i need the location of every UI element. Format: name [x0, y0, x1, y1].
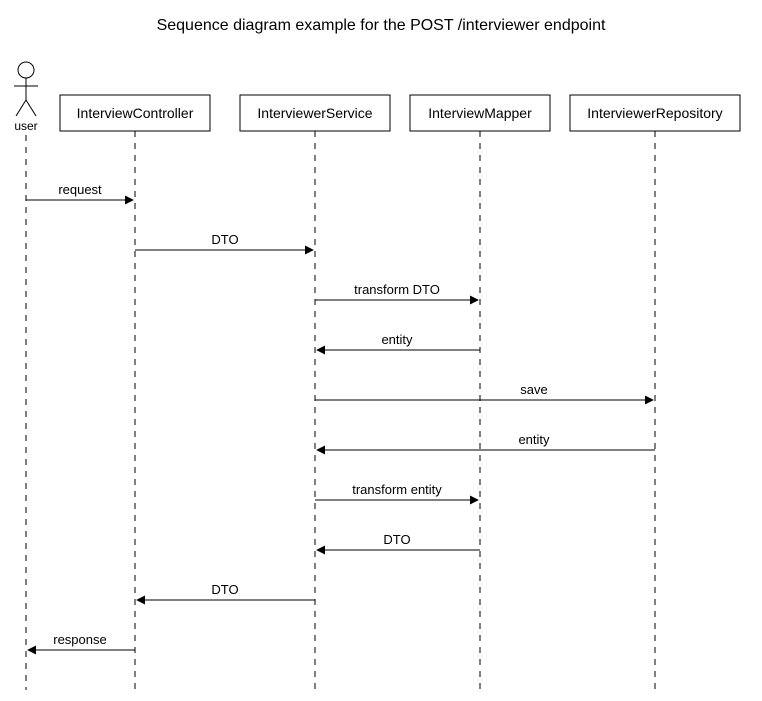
- msg-label: DTO: [211, 582, 238, 597]
- participant-repository: InterviewerRepository: [570, 95, 740, 131]
- participant-label: InterviewerRepository: [587, 105, 722, 121]
- msg-label: entity: [381, 332, 413, 347]
- participant-label: InterviewMapper: [428, 105, 532, 121]
- participant-label: InterviewController: [77, 105, 194, 121]
- participant-service: InterviewerService: [240, 95, 390, 131]
- msg-label: response: [53, 632, 106, 647]
- actor-label: user: [14, 119, 37, 133]
- msg-label: transform entity: [352, 482, 442, 497]
- msg-label: entity: [518, 432, 550, 447]
- participant-label: InterviewerService: [257, 105, 372, 121]
- participant-controller: InterviewController: [60, 95, 210, 131]
- sequence-diagram: Sequence diagram example for the POST /i…: [0, 0, 762, 701]
- msg-label: DTO: [211, 232, 238, 247]
- diagram-title: Sequence diagram example for the POST /i…: [157, 17, 606, 34]
- msg-label: DTO: [383, 532, 410, 547]
- actor-user: user: [14, 62, 38, 133]
- msg-label: transform DTO: [354, 282, 440, 297]
- msg-label: request: [58, 182, 102, 197]
- participant-mapper: InterviewMapper: [410, 95, 550, 131]
- msg-label: save: [520, 382, 547, 397]
